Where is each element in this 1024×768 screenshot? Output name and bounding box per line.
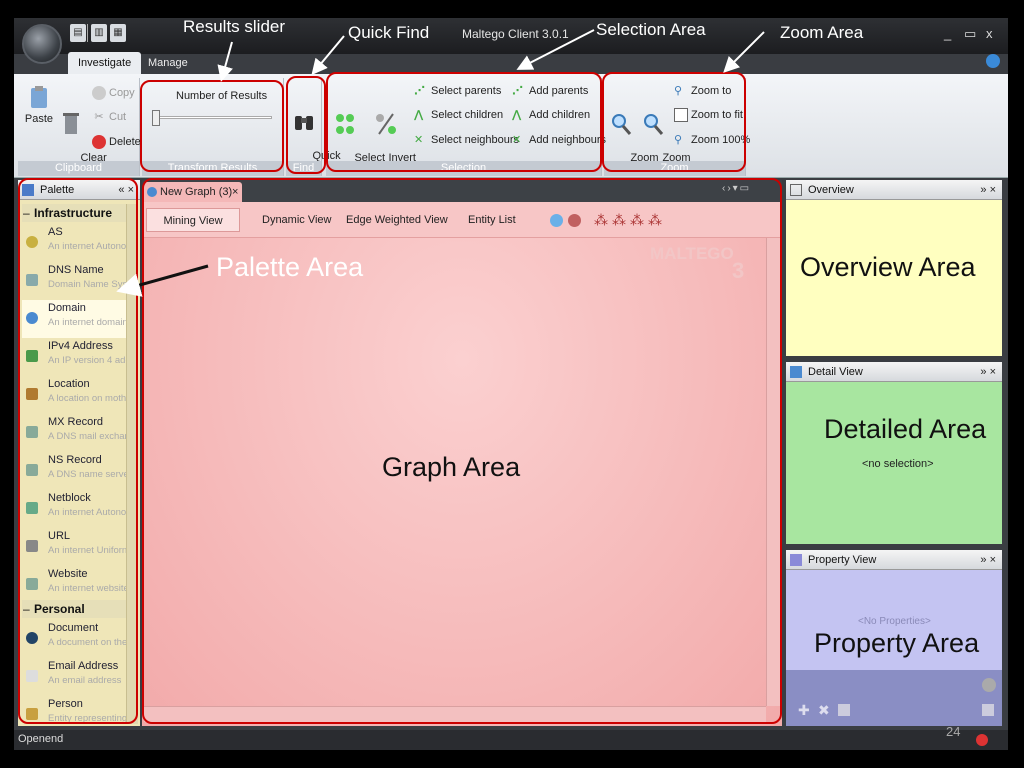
annotation-arrows: [116, 29, 765, 297]
arrow-quick-find: [311, 35, 345, 76]
arrow-palette-area: [116, 264, 209, 297]
arrow-results-slider: [217, 41, 233, 82]
arrow-selection-area: [516, 29, 595, 70]
application-orb-icon[interactable]: [22, 24, 62, 64]
arrow-zoom-area: [723, 31, 765, 73]
